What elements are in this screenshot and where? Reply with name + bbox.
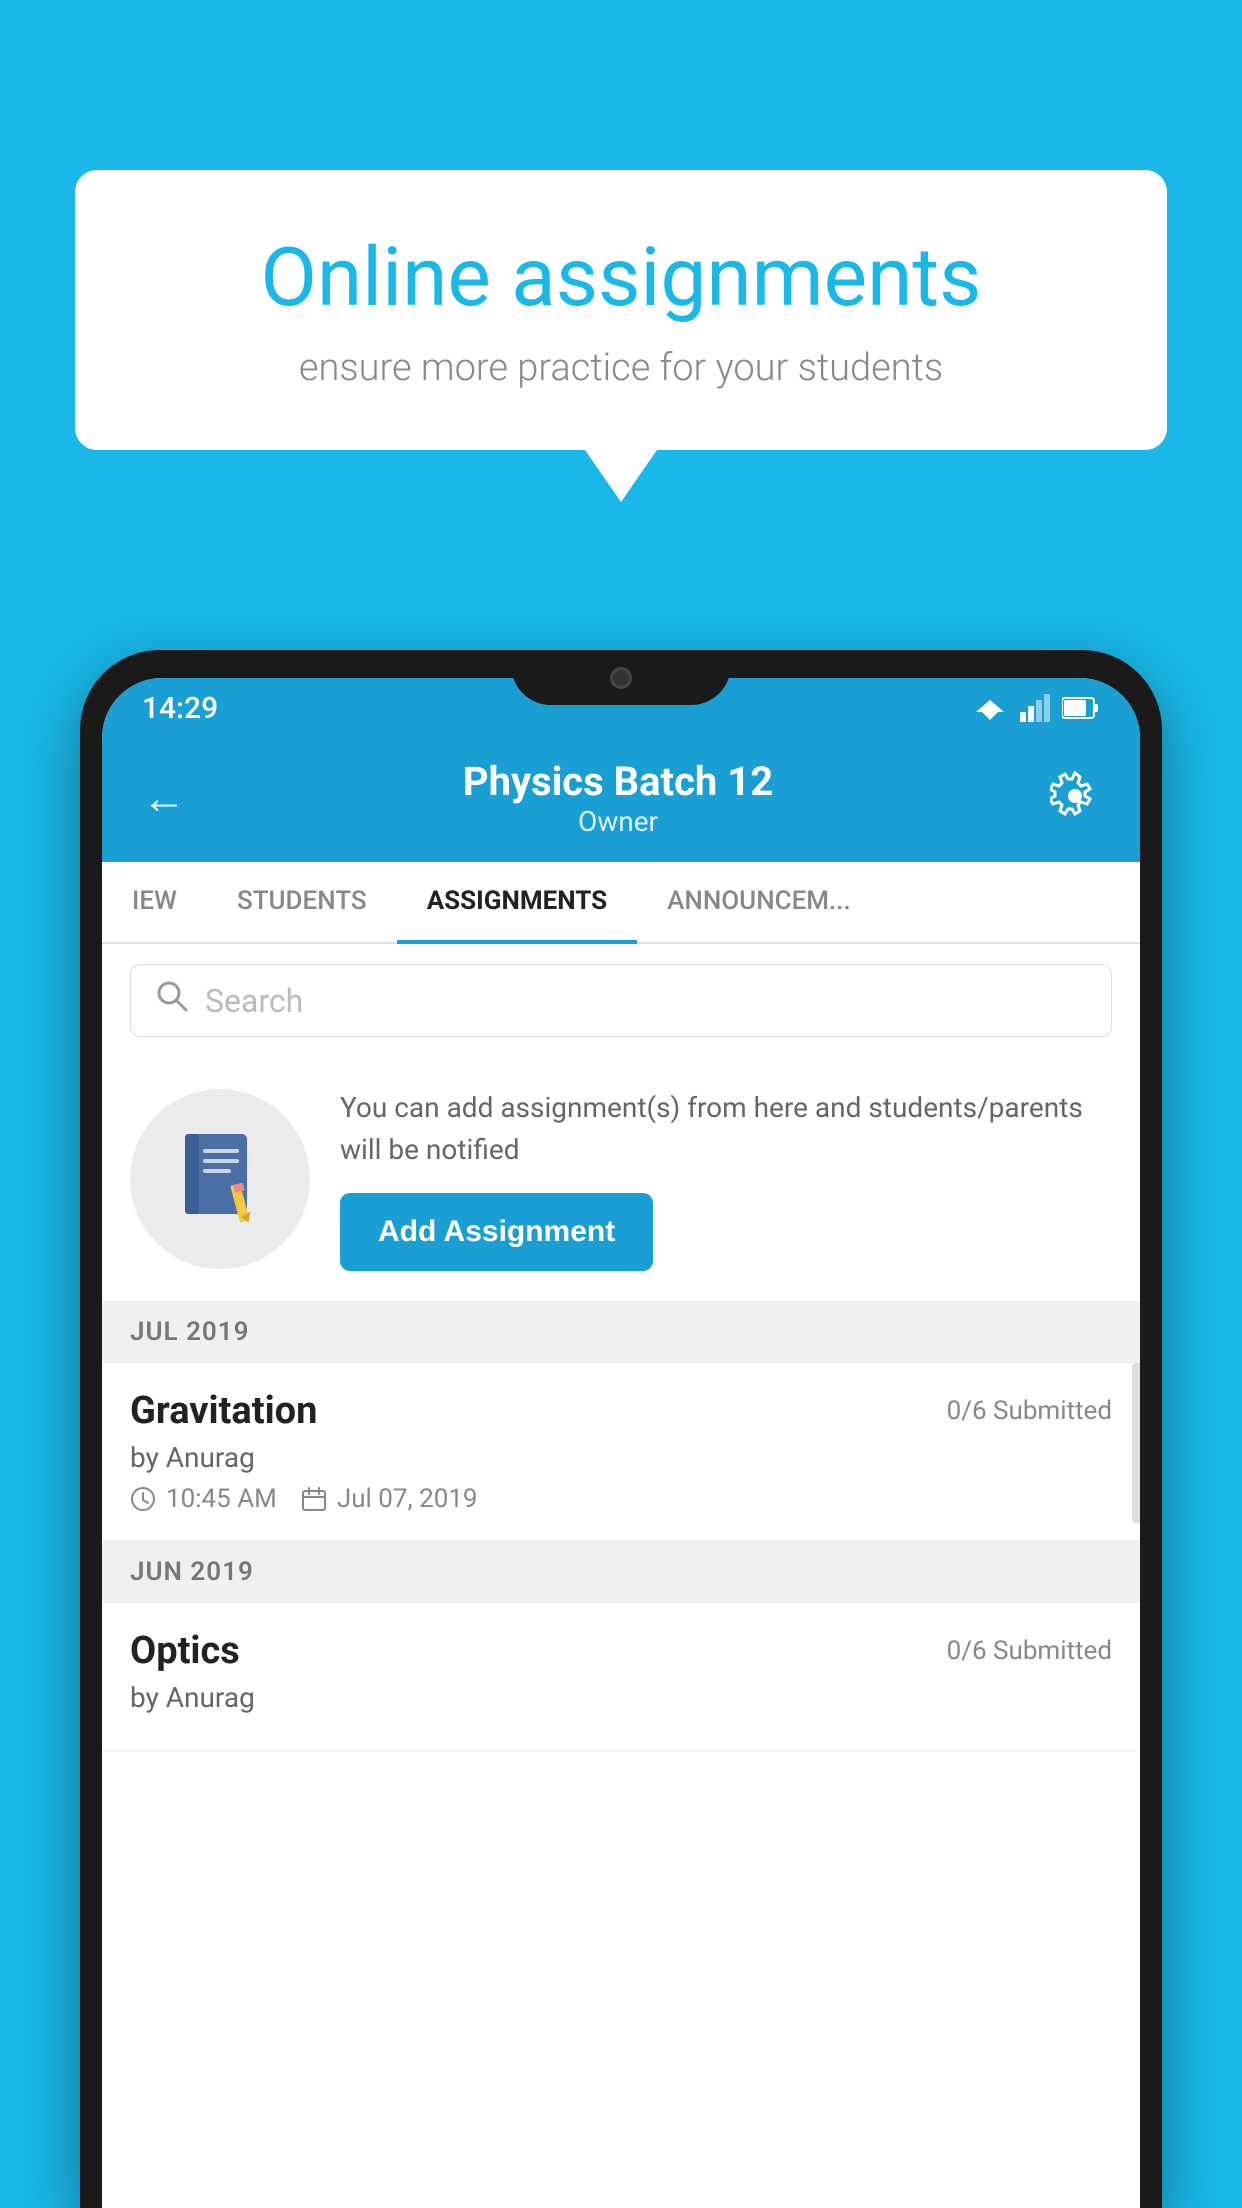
scrollbar-indicator bbox=[1132, 1363, 1140, 1523]
status-icons bbox=[972, 694, 1100, 722]
tab-iew[interactable]: IEW bbox=[102, 862, 207, 942]
assignment-submitted-gravitation: 0/6 Submitted bbox=[947, 1396, 1112, 1426]
promo-text-block: You can add assignment(s) from here and … bbox=[340, 1087, 1112, 1271]
section-jun-2019: JUN 2019 bbox=[102, 1541, 1140, 1603]
speech-bubble: Online assignments ensure more practice … bbox=[75, 170, 1167, 450]
section-jul-2019: JUL 2019 bbox=[102, 1301, 1140, 1363]
batch-title: Physics Batch 12 bbox=[463, 758, 773, 805]
assignment-item-gravitation[interactable]: Gravitation 0/6 Submitted by Anurag 10:4… bbox=[102, 1363, 1140, 1541]
batch-subtitle: Owner bbox=[463, 805, 773, 838]
tab-students[interactable]: STUDENTS bbox=[207, 862, 397, 942]
speech-bubble-subtitle: ensure more practice for your students bbox=[145, 346, 1097, 390]
phone-notch bbox=[511, 650, 731, 705]
signal-icon bbox=[1020, 694, 1050, 722]
phone-frame: 14:29 bbox=[80, 650, 1162, 2208]
assignment-meta-gravitation: 10:45 AM Jul 07, 2019 bbox=[130, 1484, 1112, 1514]
assignment-title-optics: Optics bbox=[130, 1629, 240, 1673]
speech-bubble-title: Online assignments bbox=[145, 230, 1097, 326]
phone-camera bbox=[610, 667, 632, 689]
assignment-author-gravitation: by Anurag bbox=[130, 1441, 1112, 1474]
tab-announcements[interactable]: ANNOUNCEM... bbox=[637, 862, 881, 942]
phone-screen: 14:29 bbox=[102, 678, 1140, 2208]
app-header: ← Physics Batch 12 Owner bbox=[102, 738, 1140, 862]
speech-bubble-container: Online assignments ensure more practice … bbox=[75, 170, 1167, 450]
battery-icon bbox=[1062, 696, 1100, 720]
settings-button[interactable] bbox=[1050, 771, 1100, 825]
assignment-submitted-optics: 0/6 Submitted bbox=[947, 1636, 1112, 1666]
tab-assignments[interactable]: ASSIGNMENTS bbox=[397, 862, 637, 944]
assignment-header-optics: Optics 0/6 Submitted bbox=[130, 1629, 1112, 1673]
add-assignment-button[interactable]: Add Assignment bbox=[340, 1193, 653, 1271]
search-icon bbox=[155, 979, 189, 1022]
promo-icon-circle bbox=[130, 1089, 310, 1269]
status-time: 14:29 bbox=[142, 691, 218, 726]
search-bar[interactable]: Search bbox=[130, 964, 1112, 1037]
assignment-item-optics[interactable]: Optics 0/6 Submitted by Anurag bbox=[102, 1603, 1140, 1751]
notebook-icon bbox=[175, 1129, 265, 1229]
back-button[interactable]: ← bbox=[142, 772, 186, 824]
search-placeholder: Search bbox=[205, 982, 303, 1020]
assignment-time-gravitation: 10:45 AM bbox=[130, 1484, 277, 1514]
assignment-author-optics: by Anurag bbox=[130, 1681, 1112, 1714]
assignment-title-gravitation: Gravitation bbox=[130, 1389, 317, 1433]
promo-block: You can add assignment(s) from here and … bbox=[102, 1057, 1140, 1301]
assignment-date-gravitation: Jul 07, 2019 bbox=[301, 1484, 478, 1514]
promo-description: You can add assignment(s) from here and … bbox=[340, 1087, 1112, 1171]
assignment-header-gravitation: Gravitation 0/6 Submitted bbox=[130, 1389, 1112, 1433]
wifi-icon bbox=[972, 694, 1008, 722]
search-container: Search bbox=[102, 944, 1140, 1057]
tab-bar: IEW STUDENTS ASSIGNMENTS ANNOUNCEM... bbox=[102, 862, 1140, 944]
header-title-block: Physics Batch 12 Owner bbox=[463, 758, 773, 838]
